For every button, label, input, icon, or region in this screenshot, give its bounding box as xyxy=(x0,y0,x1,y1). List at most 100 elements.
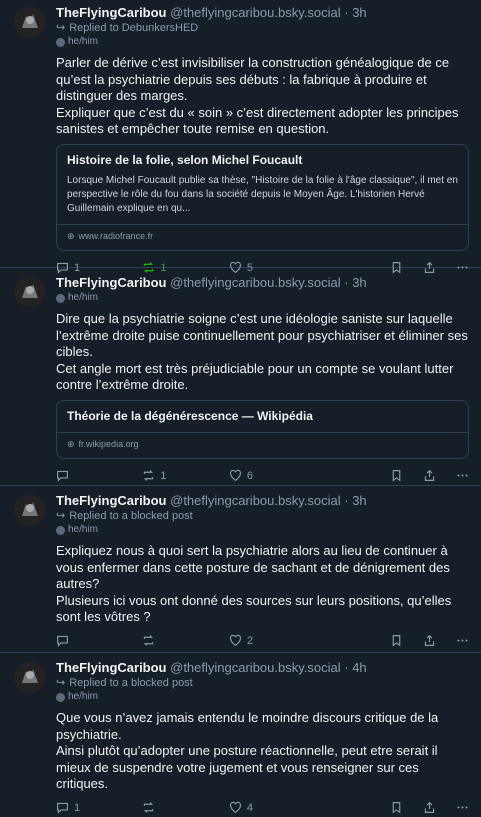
post-time[interactable]: 3h xyxy=(352,5,366,20)
avatar[interactable] xyxy=(14,661,46,693)
repost-icon xyxy=(144,802,154,813)
more-options-button[interactable] xyxy=(456,469,469,482)
repost-icon xyxy=(144,470,154,481)
author-handle[interactable]: @theflyingcaribou.bsky.social xyxy=(170,275,340,290)
post-header: TheFlyingCaribou @theflyingcaribou.bsky.… xyxy=(56,5,469,21)
separator-dot: · xyxy=(344,5,349,20)
share-icon xyxy=(424,469,435,481)
separator-dot: · xyxy=(344,660,349,675)
pronoun-icon xyxy=(56,293,65,303)
post-time[interactable]: 3h xyxy=(352,275,366,290)
author-name[interactable]: TheFlyingCaribou xyxy=(56,493,167,508)
post-text: Parler de dérive c’est invisibiliser la … xyxy=(56,55,459,136)
repost-button[interactable]: 1 xyxy=(142,469,228,482)
like-count: 6 xyxy=(246,469,253,482)
reply-button[interactable] xyxy=(56,634,142,647)
pronouns: he/him xyxy=(56,690,469,704)
post[interactable]: TheFlyingCaribou @theflyingcaribou.bsky.… xyxy=(0,486,481,653)
pronoun-label: he/him xyxy=(68,691,99,702)
reply-button[interactable] xyxy=(56,469,142,482)
globe-icon: ⊕ xyxy=(67,230,75,241)
like-button[interactable]: 2 xyxy=(229,634,386,647)
separator-dot: · xyxy=(344,493,349,508)
reply-context[interactable]: ↪ Replied to a blocked post xyxy=(56,509,469,523)
bookmark-icon xyxy=(392,635,401,647)
reply-arrow-icon: ↪ xyxy=(56,677,66,689)
post-header: TheFlyingCaribou @theflyingcaribou.bsky.… xyxy=(56,660,469,676)
card-domain: ⊕ fr.wikipedia.org xyxy=(67,439,458,450)
card-domain-label: www.radiofrance.fr xyxy=(78,231,154,241)
author-handle[interactable]: @theflyingcaribou.bsky.social xyxy=(170,660,340,675)
post-actions: 2 xyxy=(56,632,469,650)
repost-button[interactable] xyxy=(142,801,228,814)
separator-dot: · xyxy=(344,275,349,290)
card-title: Théorie de la dégénérescence — Wikipédia xyxy=(67,408,313,423)
bookmark-icon xyxy=(392,802,401,814)
reply-arrow-icon: ↪ xyxy=(56,510,66,522)
reply-button[interactable]: 1 xyxy=(56,801,142,814)
reply-count: 1 xyxy=(74,801,81,814)
link-card[interactable]: Théorie de la dégénérescence — Wikipédia… xyxy=(56,399,469,459)
bookmark-button[interactable] xyxy=(390,634,403,647)
ellipsis-icon xyxy=(457,474,468,477)
bookmark-button[interactable] xyxy=(390,469,403,482)
reply-context[interactable]: ↪ Replied to a blocked post xyxy=(56,676,469,690)
pronoun-label: he/him xyxy=(68,292,99,303)
avatar[interactable] xyxy=(14,494,46,526)
reply-context[interactable]: ↪ Replied to DebunkersHED xyxy=(56,21,469,35)
pronoun-label: he/him xyxy=(68,524,99,535)
like-count: 2 xyxy=(246,634,253,647)
card-divider xyxy=(57,431,468,433)
share-icon xyxy=(424,634,435,646)
more-options-button[interactable] xyxy=(456,801,469,814)
post[interactable]: TheFlyingCaribou @theflyingcaribou.bsky.… xyxy=(0,653,481,814)
card-title: Histoire de la folie, selon Michel Fouca… xyxy=(67,152,303,167)
reply-icon xyxy=(57,802,68,814)
reply-arrow-icon: ↪ xyxy=(56,22,66,34)
author-name[interactable]: TheFlyingCaribou xyxy=(56,660,167,675)
repost-count: 1 xyxy=(160,469,167,482)
share-button[interactable] xyxy=(423,801,436,814)
post-text: Dire que la psychiatrie soigne c’est une… xyxy=(56,311,468,392)
card-divider xyxy=(57,223,468,225)
pronouns: he/him xyxy=(56,35,469,49)
more-options-button[interactable] xyxy=(456,634,469,647)
author-handle[interactable]: @theflyingcaribou.bsky.social xyxy=(170,5,340,20)
pronoun-icon xyxy=(56,37,65,47)
post-actions: 1 6 xyxy=(56,467,469,485)
share-icon xyxy=(424,801,435,813)
post[interactable]: TheFlyingCaribou @theflyingcaribou.bsky.… xyxy=(0,268,481,486)
post-text: Que vous n’avez jamais entendu le moindr… xyxy=(56,710,439,791)
pronoun-icon xyxy=(56,525,65,535)
card-description: Lorsque Michel Foucault publie sa thèse,… xyxy=(67,174,458,214)
pronouns: he/him xyxy=(56,523,469,537)
reply-label: Replied to a blocked post xyxy=(69,510,193,522)
post-actions: 1 4 xyxy=(56,799,469,817)
share-button[interactable] xyxy=(423,469,436,482)
avatar[interactable] xyxy=(14,6,46,38)
like-button[interactable]: 6 xyxy=(229,469,386,482)
link-card[interactable]: Histoire de la folie, selon Michel Fouca… xyxy=(56,143,469,251)
author-name[interactable]: TheFlyingCaribou xyxy=(56,275,167,290)
post-time[interactable]: 3h xyxy=(352,493,366,508)
like-button[interactable]: 4 xyxy=(229,801,386,814)
post-time[interactable]: 4h xyxy=(352,660,366,675)
bookmark-button[interactable] xyxy=(390,801,403,814)
reply-label: Replied to DebunkersHED xyxy=(69,22,199,34)
bookmark-icon xyxy=(392,470,401,482)
post-text: Expliquez nous à quoi sert la psychiatri… xyxy=(56,543,452,624)
ellipsis-icon xyxy=(457,806,468,809)
reply-icon xyxy=(57,470,68,482)
card-domain-label: fr.wikipedia.org xyxy=(78,439,139,449)
post[interactable]: TheFlyingCaribou @theflyingcaribou.bsky.… xyxy=(0,0,481,274)
author-name[interactable]: TheFlyingCaribou xyxy=(56,5,167,20)
like-count: 4 xyxy=(246,801,253,814)
heart-icon xyxy=(229,801,241,814)
globe-icon: ⊕ xyxy=(67,438,75,449)
author-handle[interactable]: @theflyingcaribou.bsky.social xyxy=(170,493,340,508)
avatar[interactable] xyxy=(14,276,46,308)
heart-icon xyxy=(229,634,241,647)
repost-button[interactable] xyxy=(142,634,228,647)
repost-icon xyxy=(144,635,154,646)
share-button[interactable] xyxy=(423,634,436,647)
